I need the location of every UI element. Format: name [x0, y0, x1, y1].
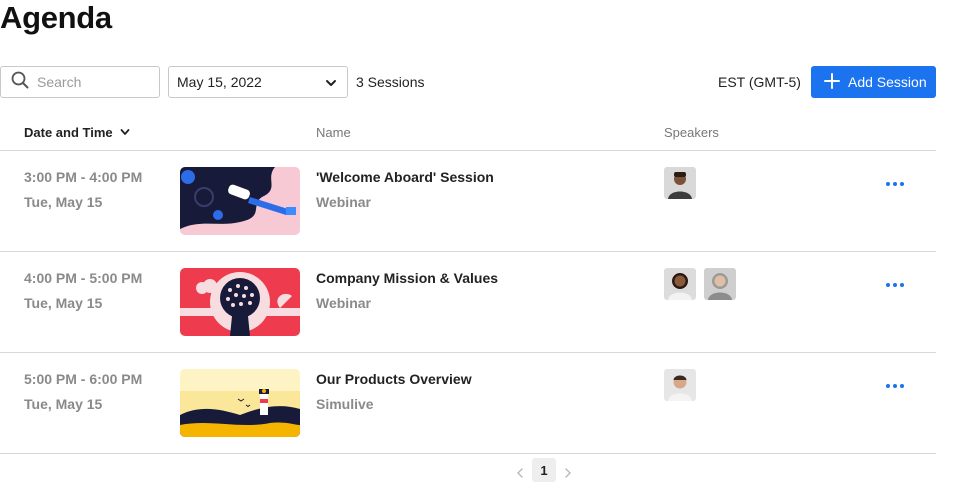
more-icon[interactable] [886, 381, 906, 391]
session-name[interactable]: Company Mission & Values [316, 270, 498, 286]
speakers-list [664, 268, 736, 300]
session-day: Tue, May 15 [24, 295, 103, 311]
avatar[interactable] [664, 167, 696, 199]
session-day: Tue, May 15 [24, 396, 103, 412]
session-type: Webinar [316, 295, 371, 311]
search-input[interactable] [37, 74, 147, 90]
avatar[interactable] [704, 268, 736, 300]
search-icon [11, 71, 29, 94]
page-number[interactable]: 1 [532, 458, 556, 482]
chevron-down-icon [325, 76, 337, 88]
chevron-left-icon[interactable] [516, 465, 524, 478]
speakers-list [664, 167, 696, 199]
session-time: 4:00 PM - 5:00 PM [24, 270, 143, 286]
session-thumbnail [180, 167, 300, 235]
column-header-date[interactable]: Date and Time [24, 125, 130, 140]
session-time: 5:00 PM - 6:00 PM [24, 371, 143, 387]
session-name[interactable]: Our Products Overview [316, 371, 472, 387]
table-row[interactable]: 3:00 PM - 4:00 PM Tue, May 15 'Welcome A… [0, 151, 936, 252]
page-title: Agenda [0, 0, 112, 35]
session-count: 3 Sessions [356, 74, 425, 90]
sort-caret-icon [113, 125, 130, 140]
speakers-list [664, 369, 696, 401]
plus-icon [823, 72, 848, 93]
session-type: Simulive [316, 396, 374, 412]
session-time: 3:00 PM - 4:00 PM [24, 169, 143, 185]
table-row[interactable]: 5:00 PM - 6:00 PM Tue, May 15 Our Produc… [0, 353, 936, 454]
table-row[interactable]: 4:00 PM - 5:00 PM Tue, May 15 Company Mi… [0, 252, 936, 353]
avatar[interactable] [664, 268, 696, 300]
column-header-speakers: Speakers [664, 125, 719, 140]
timezone-label: EST (GMT-5) [718, 74, 801, 90]
date-select[interactable]: May 15, 2022 [168, 66, 348, 98]
pagination: 1 [516, 458, 572, 482]
session-day: Tue, May 15 [24, 194, 103, 210]
session-thumbnail [180, 268, 300, 336]
add-session-label: Add Session [848, 74, 927, 90]
session-thumbnail [180, 369, 300, 437]
chevron-right-icon[interactable] [564, 465, 572, 478]
session-name[interactable]: 'Welcome Aboard' Session [316, 169, 494, 185]
session-type: Webinar [316, 194, 371, 210]
add-session-button[interactable]: Add Session [811, 66, 936, 98]
search-box[interactable] [0, 66, 160, 98]
more-icon[interactable] [886, 280, 906, 290]
avatar[interactable] [664, 369, 696, 401]
table-header: Date and Time Name Speakers [0, 118, 936, 151]
column-header-name: Name [316, 125, 351, 140]
toolbar: May 15, 2022 3 Sessions EST (GMT-5) Add … [0, 66, 936, 98]
more-icon[interactable] [886, 179, 906, 189]
date-select-value: May 15, 2022 [177, 74, 262, 90]
